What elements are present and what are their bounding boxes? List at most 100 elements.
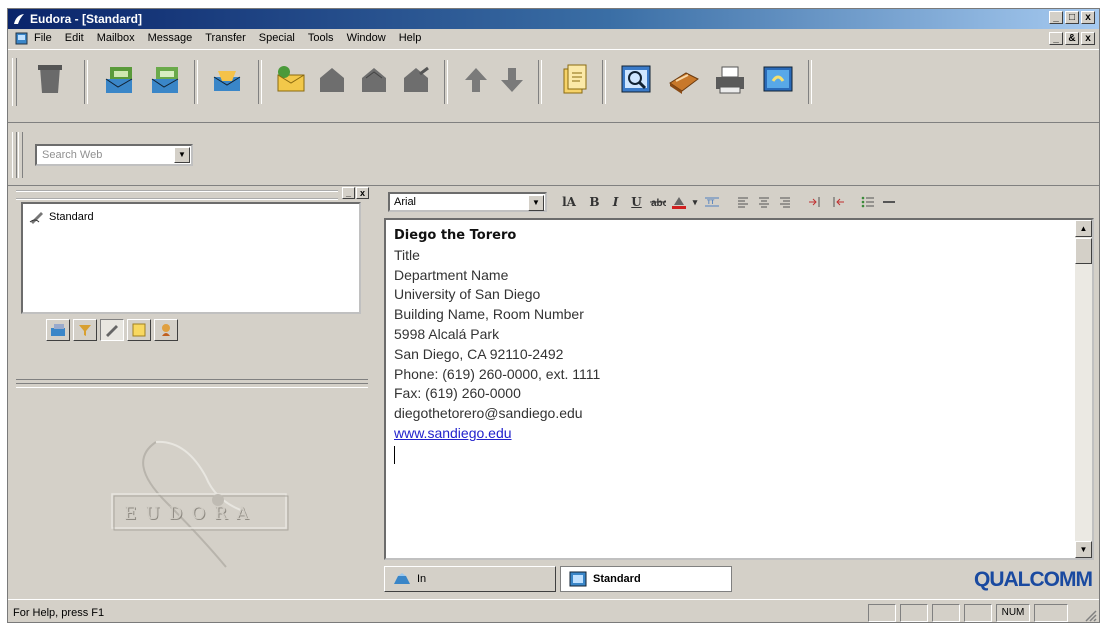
filters-icon [79, 325, 91, 336]
search-web-placeholder: Search Web [42, 149, 103, 161]
menu-transfer[interactable]: Transfer [205, 32, 246, 44]
menu-message[interactable]: Message [148, 32, 193, 44]
font-dropdown-button[interactable]: ▼ [528, 195, 544, 211]
check-mail-icon[interactable] [100, 60, 140, 100]
help-icon[interactable] [758, 60, 798, 100]
window-controls: _ □ x [1049, 11, 1095, 24]
align-right-icon[interactable] [774, 192, 795, 212]
pane-close-button[interactable]: x [356, 187, 369, 199]
reply-all-icon[interactable] [354, 60, 394, 100]
tool-pane: _ x Standard EUDORA [16, 187, 374, 595]
signatures-tab[interactable] [100, 319, 124, 341]
attach-file-icon[interactable] [554, 60, 594, 100]
scroll-down-button[interactable]: ▼ [1075, 541, 1092, 558]
tab-standard[interactable]: Standard [560, 566, 732, 592]
font-size-icon[interactable]: lA [554, 192, 584, 212]
minimize-button[interactable]: _ [1049, 11, 1063, 24]
underline-icon[interactable]: U [626, 192, 647, 212]
forward-icon[interactable] [396, 60, 436, 100]
bold-icon[interactable]: B [584, 192, 605, 212]
pane-dock-button[interactable]: _ [342, 187, 355, 199]
child-close-button[interactable]: x [1081, 32, 1095, 45]
signature-editor: Arial ▼ lA B I U abc ▾ TT Diego the Tore… [380, 187, 1097, 597]
qualcomm-logo: QUALCOMM [974, 568, 1093, 591]
search-toolbar-grip[interactable] [12, 132, 17, 178]
format-toolbar: Arial ▼ lA B I U abc ▾ TT [380, 187, 1097, 215]
tab-in[interactable]: In [384, 566, 556, 592]
format-buttons: lA B I U abc ▾ TT [554, 192, 899, 212]
signature-website-link[interactable]: www.sandiego.edu [394, 424, 600, 444]
font-select-value: Arial [394, 196, 417, 208]
signature-line-department: Department Name [394, 266, 509, 283]
send-queued-icon[interactable] [146, 60, 186, 100]
menu-mailbox[interactable]: Mailbox [97, 32, 135, 44]
font-select[interactable]: Arial ▼ [388, 192, 547, 212]
new-message-icon[interactable] [270, 60, 310, 100]
clear-format-icon[interactable]: TT [701, 192, 722, 212]
stationery-tab[interactable] [127, 319, 151, 341]
resize-grip-icon[interactable] [1083, 608, 1097, 622]
child-restore-button[interactable]: & [1065, 32, 1079, 45]
mdi-document-icon[interactable] [14, 31, 29, 46]
toolbar-separator [808, 60, 812, 104]
close-button[interactable]: x [1081, 11, 1095, 24]
pane-grip-lines[interactable] [16, 190, 338, 200]
stationery-icon [132, 323, 146, 337]
eudora-logo-text: EUDORA [124, 504, 258, 524]
toolbar-grip[interactable] [12, 58, 17, 106]
personalities-tab[interactable] [154, 319, 178, 341]
mailboxes-icon [51, 324, 65, 336]
maximize-button[interactable]: □ [1065, 11, 1079, 24]
scroll-up-button[interactable]: ▲ [1075, 220, 1092, 237]
menu-edit[interactable]: Edit [65, 32, 84, 44]
scroll-thumb[interactable] [1075, 238, 1092, 264]
in-mailbox-icon [394, 573, 410, 584]
trash-icon[interactable] [30, 60, 70, 100]
text-color-icon[interactable] [668, 192, 689, 212]
previous-message-icon[interactable] [456, 60, 496, 100]
strikethrough-icon[interactable]: abc [647, 192, 668, 212]
next-message-icon[interactable] [492, 60, 532, 100]
reply-icon[interactable] [312, 60, 352, 100]
child-minimize-button[interactable]: _ [1049, 32, 1063, 45]
toolbar-separator [194, 60, 198, 104]
title-bar[interactable]: Eudora - [Standard] _ □ x [8, 9, 1099, 29]
text-color-dropdown-icon[interactable]: ▾ [689, 192, 701, 212]
signature-text-area[interactable]: Diego the Torero Title Department Name U… [384, 218, 1094, 560]
outdent-icon[interactable] [826, 192, 847, 212]
search-toolbar: Search Web ▼ [8, 122, 1099, 186]
align-left-icon[interactable] [732, 192, 753, 212]
menu-help[interactable]: Help [399, 32, 422, 44]
vertical-scrollbar[interactable]: ▲ ▼ [1075, 220, 1092, 558]
svg-text:abc: abc [651, 198, 666, 208]
mailboxes-tab[interactable] [46, 319, 70, 341]
search-web-input[interactable]: Search Web ▼ [35, 144, 193, 166]
menu-tools[interactable]: Tools [308, 32, 334, 44]
window-tabs: In Standard QUALCOMM [384, 564, 1094, 594]
status-panel-3 [932, 604, 960, 622]
menu-window[interactable]: Window [347, 32, 386, 44]
align-center-icon[interactable] [753, 192, 774, 212]
search-dropdown-button[interactable]: ▼ [174, 147, 190, 163]
find-icon[interactable] [616, 60, 656, 100]
signature-pen-icon [29, 212, 43, 224]
bullet-list-icon[interactable] [857, 192, 878, 212]
inbox-icon[interactable] [208, 60, 248, 100]
child-window-controls: _ & x [1049, 32, 1095, 45]
filters-tab[interactable] [73, 319, 97, 341]
tree-item-standard[interactable]: Standard [29, 210, 94, 224]
signature-line-city: San Diego, CA 92110-2492 [394, 345, 564, 362]
eudora-app-icon [14, 14, 24, 24]
address-book-icon[interactable] [664, 60, 704, 100]
personalities-icon [162, 324, 170, 336]
signatures-tree[interactable]: Standard [21, 202, 361, 314]
print-icon[interactable] [710, 60, 750, 100]
indent-icon[interactable] [805, 192, 826, 212]
menu-special[interactable]: Special [259, 32, 295, 44]
menu-items: File Edit Mailbox Message Transfer Speci… [34, 32, 421, 44]
menu-file[interactable]: File [34, 32, 52, 44]
horizontal-rule-icon[interactable] [878, 192, 899, 212]
eudora-logo: EUDORA [106, 432, 296, 572]
status-panel-6 [1034, 604, 1068, 622]
italic-icon[interactable]: I [605, 192, 626, 212]
